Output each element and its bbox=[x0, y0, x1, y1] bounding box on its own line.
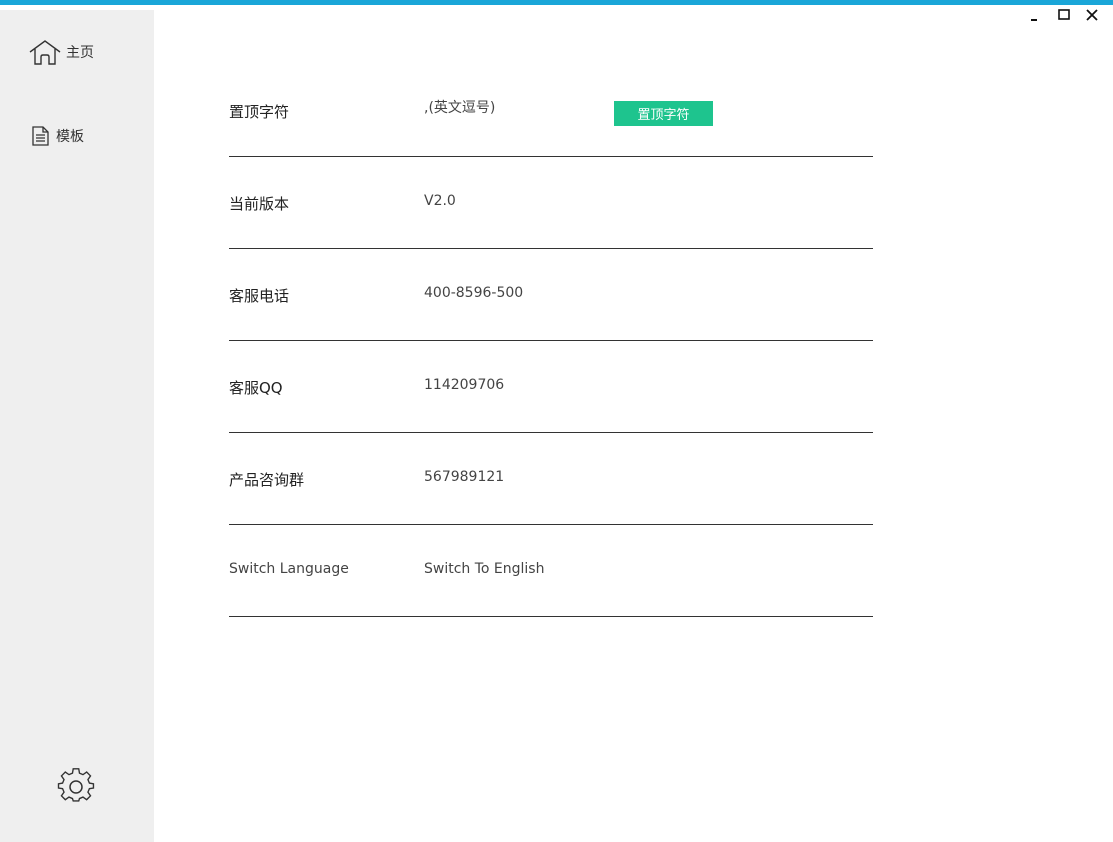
settings-row-qq: 客服QQ 114209706 bbox=[229, 341, 873, 433]
pin-char-label: 置顶字符 bbox=[229, 103, 290, 121]
version-value: V2.0 bbox=[424, 193, 456, 209]
phone-label: 客服电话 bbox=[229, 287, 290, 305]
gear-icon[interactable] bbox=[57, 768, 95, 806]
settings-row-version: 当前版本 V2.0 bbox=[229, 157, 873, 249]
sidebar-item-label: 模板 bbox=[56, 129, 84, 145]
minimize-icon[interactable] bbox=[1029, 8, 1043, 22]
pin-char-input[interactable] bbox=[424, 99, 574, 115]
pin-char-button[interactable]: 置顶字符 bbox=[614, 101, 713, 126]
switch-language-link[interactable]: Switch To English bbox=[424, 561, 544, 577]
sidebar-item-label: 主页 bbox=[66, 45, 94, 61]
group-label: 产品咨询群 bbox=[229, 471, 305, 489]
maximize-icon[interactable] bbox=[1057, 8, 1071, 22]
language-label: Switch Language bbox=[229, 561, 349, 577]
settings-row-pin-char: 置顶字符 置顶字符 bbox=[229, 65, 873, 157]
settings-panel: 置顶字符 置顶字符 当前版本 V2.0 客服电话 400-8596-500 客服… bbox=[229, 65, 873, 617]
sidebar-item-template[interactable]: 模板 bbox=[28, 122, 84, 150]
settings-row-phone: 客服电话 400-8596-500 bbox=[229, 249, 873, 341]
document-icon bbox=[32, 126, 49, 146]
settings-row-language: Switch Language Switch To English bbox=[229, 525, 873, 617]
phone-value: 400-8596-500 bbox=[424, 285, 524, 301]
sidebar-item-home[interactable]: 主页 bbox=[28, 38, 94, 66]
window-controls bbox=[1029, 8, 1099, 22]
version-label: 当前版本 bbox=[229, 195, 290, 213]
sidebar: 主页 模板 bbox=[0, 10, 154, 842]
qq-label: 客服QQ bbox=[229, 379, 283, 397]
close-icon[interactable] bbox=[1085, 8, 1099, 22]
qq-value: 114209706 bbox=[424, 377, 505, 393]
window-top-accent-bar bbox=[0, 0, 1113, 5]
group-value: 567989121 bbox=[424, 469, 505, 485]
home-icon bbox=[29, 40, 61, 65]
settings-row-group: 产品咨询群 567989121 bbox=[229, 433, 873, 525]
